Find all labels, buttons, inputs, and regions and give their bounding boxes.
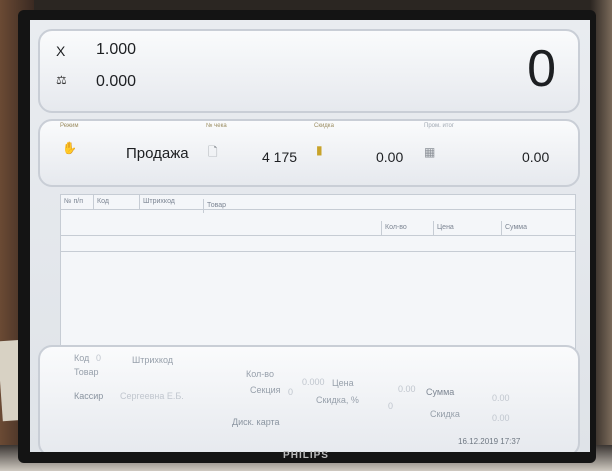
cashier-value: Сергеевна Е.Б. (120, 391, 184, 401)
col-code: Код (93, 195, 109, 209)
discount-bottom-label: Скидка (430, 409, 460, 419)
card-label[interactable]: Диск. карта (232, 417, 280, 427)
discount-pct-label: Скидка, % (316, 395, 359, 405)
discount-pct-value: 0 (388, 401, 394, 411)
check-label: № чека (206, 123, 227, 129)
check-value: 4 175 (262, 149, 298, 165)
sum-label: Сумма (426, 387, 455, 397)
mode-value[interactable]: Продажа (126, 145, 189, 162)
datetime: 16.12.2019 17:37 (458, 437, 521, 446)
discount-icon: ▮ (316, 143, 323, 157)
qty-value: 0.000 (302, 377, 325, 387)
cashier-label: Кассир (74, 391, 104, 401)
monitor-brand: PHILIPS (283, 450, 329, 461)
mode-label: Режим (60, 123, 79, 129)
receipt-icon: 🗋 (208, 145, 218, 159)
info-panel: Режим ✋ Продажа № чека 🗋 4 175 Скидка ▮ … (38, 119, 580, 187)
discount-value: 0.00 (376, 149, 404, 165)
calculator-icon: ▦ (424, 145, 436, 159)
col-barcode: Штрихкод (139, 195, 175, 209)
price-label: Цена (332, 378, 354, 388)
col-index: № п/п (64, 198, 83, 205)
multiplier-label: X (56, 43, 66, 59)
qty-label: Кол-во (246, 369, 274, 379)
total-display: 0 (527, 40, 556, 98)
product-label: Товар (74, 367, 99, 377)
subtotal-label: Пром. итог (424, 123, 455, 129)
col-price: Цена (433, 221, 454, 235)
col-sum: Сумма (501, 221, 527, 235)
col-product: Товар (203, 199, 226, 213)
price-value: 0.00 (398, 384, 416, 394)
weight-value: 0.000 (96, 73, 137, 90)
details-panel: Код 0 Штрихкод Товар Кол-во 0.000 Цена 0… (38, 345, 580, 452)
barcode-label: Штрихкод (132, 355, 174, 365)
code-label: Код (74, 353, 90, 363)
totals-panel: X 1.000 ⚖ 0.000 0 (38, 29, 580, 113)
col-qty: Кол-во (381, 221, 407, 235)
hand-icon: ✋ (62, 141, 77, 155)
pos-screen: X 1.000 ⚖ 0.000 0 Режим ✋ Продажа № чека… (30, 20, 590, 452)
section-label: Секция (250, 385, 281, 395)
discount-label: Скидка (314, 123, 334, 129)
code-value: 0 (96, 353, 102, 363)
multiplier-value: 1.000 (96, 41, 137, 58)
scale-icon: ⚖ (56, 73, 67, 87)
subtotal-value: 0.00 (522, 149, 550, 165)
section-value: 0 (288, 387, 294, 397)
sum-value: 0.00 (492, 393, 510, 403)
discount-bottom-value: 0.00 (492, 413, 510, 423)
